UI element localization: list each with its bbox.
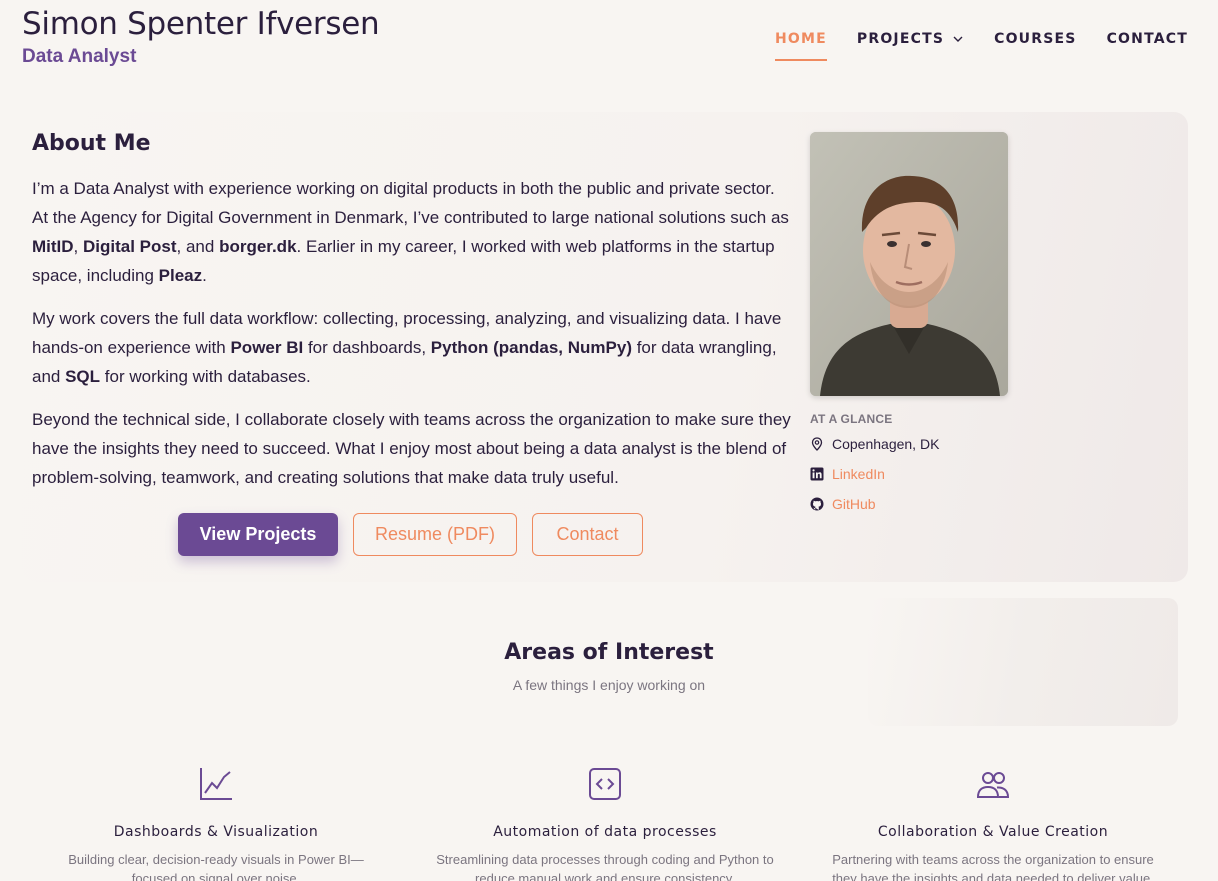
people-icon	[976, 772, 1010, 798]
site-title[interactable]: Simon Spenter Ifversen	[22, 6, 380, 42]
nav-contact[interactable]: CONTACT	[1107, 28, 1188, 61]
nav-projects-label: PROJECTS	[856, 31, 945, 47]
nav-home-label: HOME	[774, 31, 827, 47]
github-icon	[810, 497, 824, 511]
github-link[interactable]: GitHub	[832, 496, 876, 512]
site-subtitle: Data Analyst	[22, 46, 137, 67]
view-projects-button[interactable]: View Projects	[178, 513, 338, 556]
area-dashboards: Dashboards & Visualization Building clea…	[26, 766, 406, 881]
nav-home[interactable]: HOME	[774, 28, 827, 61]
area-title: Dashboards & Visualization	[113, 824, 319, 840]
nav-projects[interactable]: PROJECTS	[857, 28, 964, 61]
github-row[interactable]: GitHub	[810, 496, 876, 512]
about-text: I’m a Data Analyst with experience worki…	[32, 174, 792, 506]
line-chart-icon	[200, 768, 232, 800]
areas-subtitle: A few things I enjoy working on	[512, 677, 706, 693]
main-nav: HOME PROJECTS COURSES CONTACT	[745, 28, 1188, 61]
map-pin-icon	[811, 437, 823, 451]
glance-label: AT A GLANCE	[810, 412, 893, 426]
profile-photo	[810, 132, 1008, 396]
linkedin-icon	[810, 467, 824, 481]
nav-courses[interactable]: COURSES	[994, 28, 1076, 61]
contact-button[interactable]: Contact	[532, 513, 643, 556]
site-header: Simon Spenter Ifversen Data Analyst HOME…	[0, 0, 1218, 90]
area-desc: Streamlining data processes through codi…	[436, 852, 774, 881]
area-collaboration: Collaboration & Value Creation Partnerin…	[803, 766, 1183, 881]
about-paragraph-2: My work covers the full data workflow: c…	[32, 309, 782, 386]
area-automation: Automation of data processes Streamlinin…	[415, 766, 795, 881]
resume-button[interactable]: Resume (PDF)	[353, 513, 517, 556]
areas-title: Areas of Interest	[504, 640, 714, 665]
area-title: Collaboration & Value Creation	[877, 824, 1109, 840]
nav-courses-label: COURSES	[994, 31, 1077, 47]
linkedin-link[interactable]: LinkedIn	[832, 466, 885, 482]
location-text: Copenhagen, DK	[832, 436, 940, 452]
about-buttons: View Projects Resume (PDF) Contact	[178, 513, 643, 556]
area-desc: Partnering with teams across the organiz…	[832, 852, 1154, 881]
chevron-down-icon	[953, 36, 963, 42]
about-paragraph-3: Beyond the technical side, I collaborate…	[32, 410, 791, 487]
about-title: About Me	[32, 131, 151, 156]
about-paragraph-1: I’m a Data Analyst with experience worki…	[32, 179, 789, 285]
linkedin-row[interactable]: LinkedIn	[810, 466, 885, 482]
location-row: Copenhagen, DK	[810, 436, 939, 452]
area-desc: Building clear, decision-ready visuals i…	[68, 852, 364, 881]
area-title: Automation of data processes	[493, 824, 717, 840]
code-icon	[589, 768, 621, 800]
nav-contact-label: CONTACT	[1106, 31, 1188, 47]
